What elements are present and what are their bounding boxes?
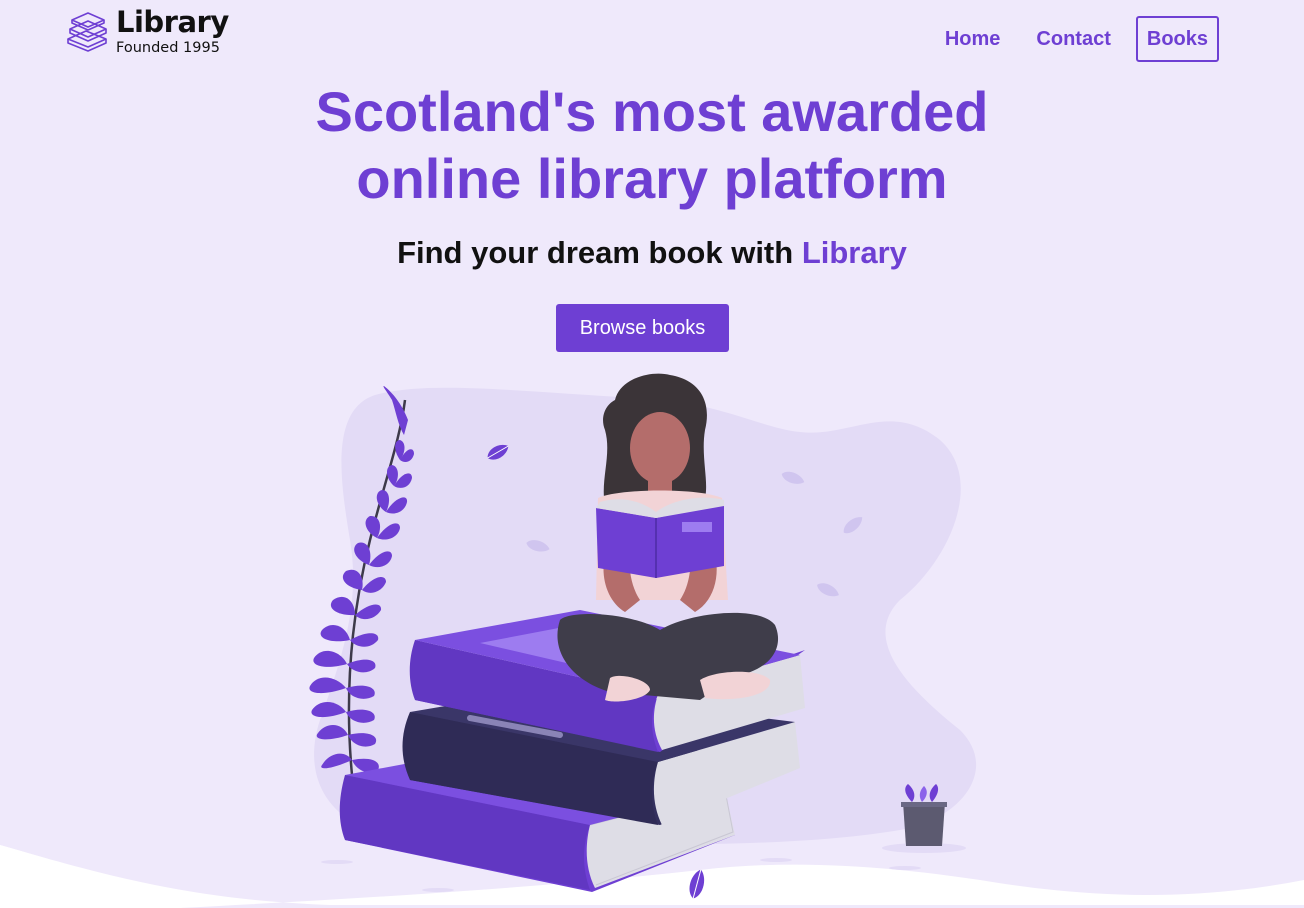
brand-text: Library Founded 1995 (116, 8, 229, 56)
hero-subheading: Find your dream book with Library (0, 234, 1304, 272)
main-nav: Home Contact Books (920, 16, 1219, 62)
brand-tagline: Founded 1995 (116, 40, 220, 56)
woman-reading-on-book-stack-illustration (0, 373, 1304, 908)
page: Library Founded 1995 Home Contact Books … (0, 0, 1304, 908)
hero-subheading-brand: Library (801, 235, 907, 270)
hero-headline-line-1: Scotland's most awarded (315, 80, 989, 143)
nav-home-link[interactable]: Home (934, 16, 1012, 62)
hero-subheading-text: Find your dream book with (397, 235, 802, 270)
brand-logo-link[interactable]: Library Founded 1995 (64, 8, 229, 56)
brand-name: Library (116, 5, 229, 39)
nav-contact-link[interactable]: Contact (1025, 16, 1121, 62)
browse-books-button[interactable]: Browse books (556, 304, 729, 352)
hero-headline: Scotland's most awarded online library p… (0, 78, 1304, 212)
stacked-books-icon (67, 11, 107, 52)
nav-books-link[interactable]: Books (1135, 16, 1219, 62)
hero-headline-line-2: online library platform (356, 147, 948, 210)
